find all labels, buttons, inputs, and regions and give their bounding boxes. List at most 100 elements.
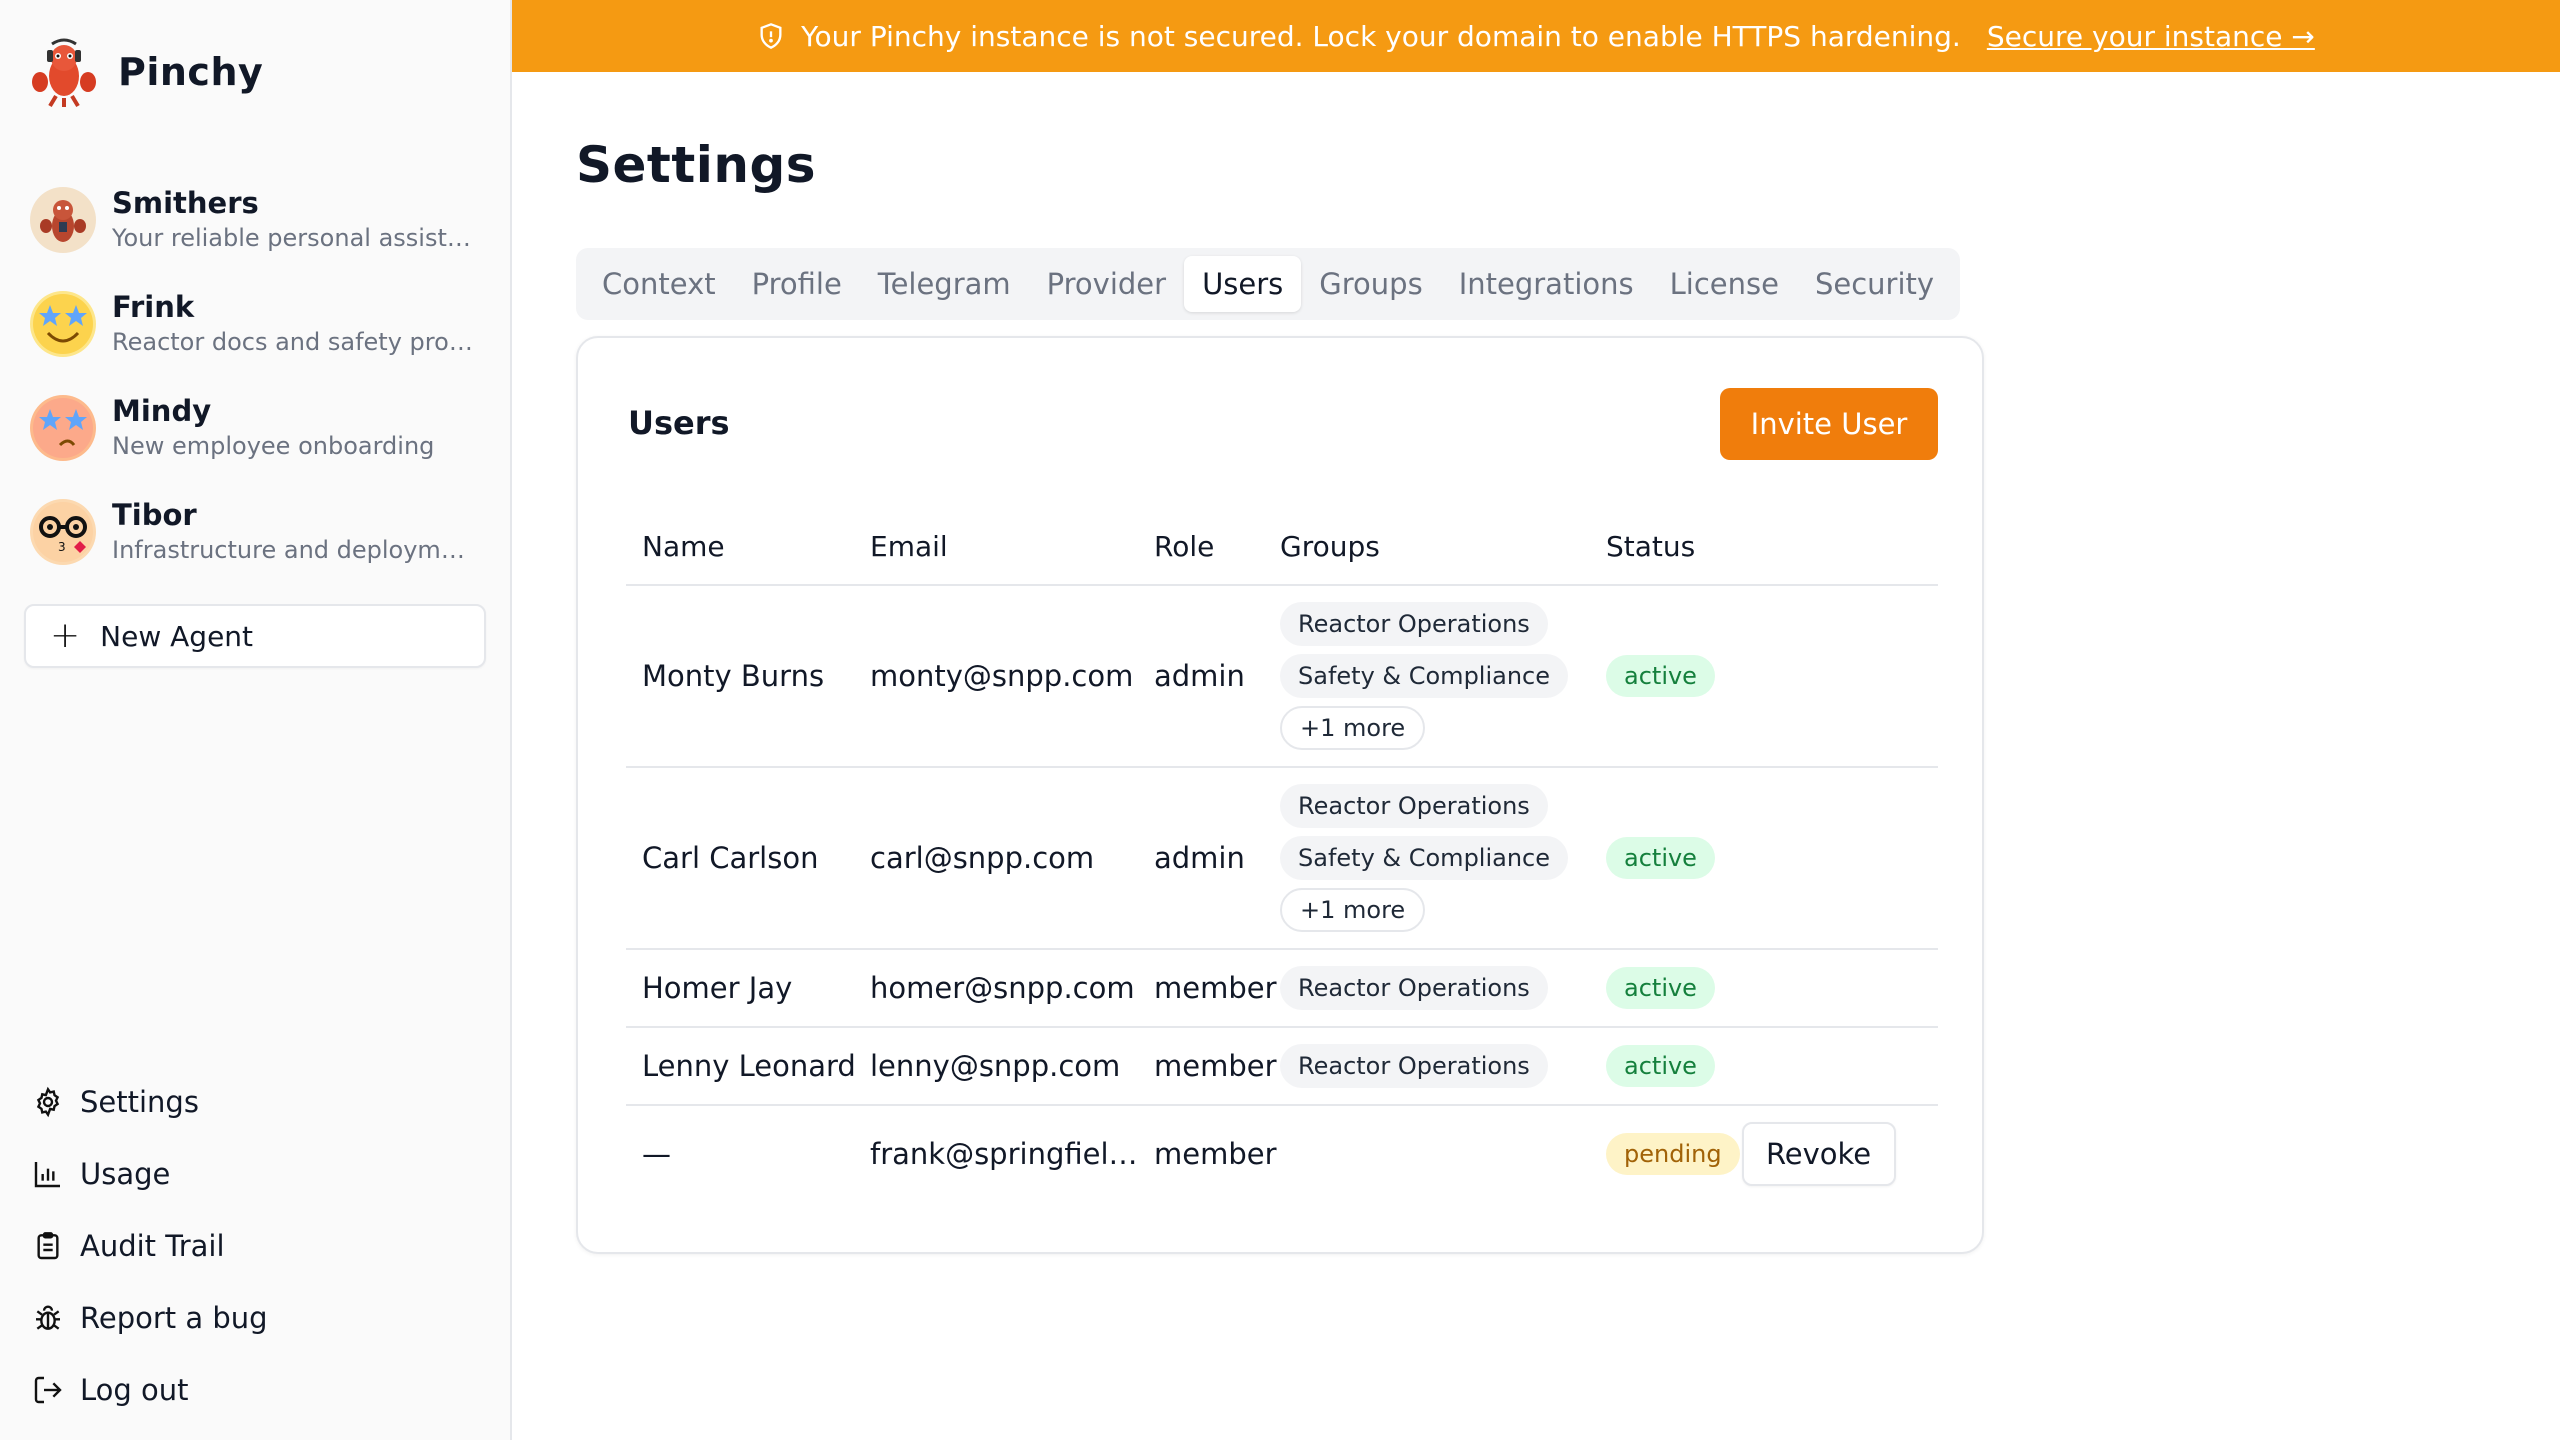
tab-integrations[interactable]: Integrations [1441, 256, 1652, 312]
user-role: member [1154, 1137, 1277, 1171]
agent-list: Smithers Your reliable personal assistan… [0, 168, 512, 584]
page-title: Settings [576, 136, 817, 194]
tab-context[interactable]: Context [584, 256, 734, 312]
new-agent-button[interactable]: + New Agent [24, 604, 486, 668]
user-groups: Reactor Operations Safety & Compliance +… [1280, 784, 1606, 932]
new-agent-label: New Agent [100, 619, 254, 653]
clipboard-icon [37, 1232, 59, 1260]
secure-instance-link[interactable]: Secure your instance → [1987, 20, 2315, 53]
group-chip: Safety & Compliance [1280, 836, 1569, 880]
agent-description: Your reliable personal assistant [112, 224, 476, 252]
column-header-email: Email [870, 529, 948, 563]
nav-audit-trail-label: Audit Trail [80, 1229, 225, 1263]
agent-description: New employee onboarding [112, 432, 435, 460]
users-table: Name Email Role Groups Status Monty Burn… [626, 508, 1938, 1202]
user-name: Homer Jay [642, 971, 793, 1005]
agent-item-smithers[interactable]: Smithers Your reliable personal assistan… [0, 168, 512, 272]
table-row[interactable]: Monty Burns monty@snpp.com admin Reactor… [626, 586, 1938, 768]
nav-audit-trail[interactable]: Audit Trail [0, 1210, 512, 1282]
logout-icon [34, 1376, 62, 1404]
bottom-nav: Settings Usage Audit Trail Report a bug [0, 1066, 512, 1426]
nav-report-bug[interactable]: Report a bug [0, 1282, 512, 1354]
banner-message: Your Pinchy instance is not secured. Loc… [801, 19, 1961, 53]
agent-name: Smithers [112, 186, 259, 220]
plus-icon: + [50, 615, 81, 656]
lobster-logo-icon [32, 38, 96, 108]
nav-settings[interactable]: Settings [0, 1066, 512, 1138]
user-email: frank@springfield.com [870, 1137, 1150, 1171]
user-role: admin [1154, 841, 1245, 875]
user-role: member [1154, 971, 1277, 1005]
table-row[interactable]: Carl Carlson carl@snpp.com admin Reactor… [626, 768, 1938, 950]
security-banner: Your Pinchy instance is not secured. Loc… [512, 0, 2560, 72]
column-header-role: Role [1154, 529, 1215, 563]
svg-text:3: 3 [58, 540, 66, 554]
table-row[interactable]: — frank@springfield.com member pending R… [626, 1106, 1938, 1202]
agent-item-mindy[interactable]: Mindy New employee onboarding [0, 376, 512, 480]
gear-icon [36, 1086, 60, 1118]
group-chip: Safety & Compliance [1280, 654, 1569, 698]
nav-logout-label: Log out [80, 1373, 189, 1407]
user-email: monty@snpp.com [870, 659, 1134, 693]
agent-item-frink[interactable]: Frink Reactor docs and safety procedures [0, 272, 512, 376]
agent-name: Tibor [112, 498, 197, 532]
group-chip: Reactor Operations [1280, 602, 1548, 646]
bug-icon [36, 1305, 60, 1330]
user-role: member [1154, 1049, 1277, 1083]
column-header-status: Status [1606, 529, 1696, 563]
group-chip: Reactor Operations [1280, 1044, 1548, 1088]
smithers-avatar [30, 187, 96, 253]
nav-settings-label: Settings [80, 1085, 199, 1119]
tab-users[interactable]: Users [1184, 256, 1302, 312]
column-header-name: Name [642, 529, 725, 563]
more-groups-chip[interactable]: +1 more [1280, 706, 1426, 750]
nav-report-bug-label: Report a bug [80, 1301, 268, 1335]
group-chip: Reactor Operations [1280, 966, 1548, 1010]
shield-alert-icon [760, 23, 782, 49]
status-badge: active [1606, 655, 1715, 697]
agent-name: Mindy [112, 394, 212, 428]
user-name: — [642, 1137, 671, 1171]
more-groups-chip[interactable]: +1 more [1280, 888, 1426, 932]
agent-description: Infrastructure and deployments [112, 536, 476, 564]
invite-user-button[interactable]: Invite User [1720, 388, 1938, 460]
tab-license[interactable]: License [1652, 256, 1797, 312]
star-eyes-worried-emoji-icon [33, 398, 93, 458]
agent-description: Reactor docs and safety procedures [112, 328, 476, 356]
user-groups: Reactor Operations Safety & Compliance +… [1280, 602, 1606, 750]
agent-item-tibor[interactable]: 3 Tibor Infrastructure and deployments [0, 480, 512, 584]
group-chip: Reactor Operations [1280, 784, 1548, 828]
user-email: carl@snpp.com [870, 841, 1095, 875]
status-badge: active [1606, 967, 1715, 1009]
tab-profile[interactable]: Profile [734, 256, 860, 312]
user-groups: Reactor Operations [1280, 1044, 1606, 1088]
tab-groups[interactable]: Groups [1301, 256, 1440, 312]
nav-logout[interactable]: Log out [0, 1354, 512, 1426]
user-email: homer@snpp.com [870, 971, 1135, 1005]
user-groups: Reactor Operations [1280, 966, 1606, 1010]
tab-security[interactable]: Security [1797, 256, 1952, 312]
brand-name: Pinchy [118, 50, 264, 94]
lobster-avatar-icon [40, 200, 86, 242]
frink-avatar [30, 291, 96, 357]
user-name: Lenny Leonard [642, 1049, 856, 1083]
table-header: Name Email Role Groups Status [626, 508, 1938, 586]
tibor-avatar: 3 [30, 499, 96, 565]
status-badge: active [1606, 837, 1715, 879]
bar-chart-icon [34, 1162, 60, 1188]
nav-usage[interactable]: Usage [0, 1138, 512, 1210]
tab-provider[interactable]: Provider [1029, 256, 1184, 312]
column-header-groups: Groups [1280, 529, 1380, 563]
star-eyes-emoji-icon [33, 294, 93, 354]
revoke-invite-button[interactable]: Revoke [1741, 1122, 1896, 1186]
users-card: Users Invite User Name Email Role Groups… [576, 336, 1984, 1254]
table-row[interactable]: Homer Jay homer@snpp.com member Reactor … [626, 950, 1938, 1028]
table-row[interactable]: Lenny Leonard lenny@snpp.com member Reac… [626, 1028, 1938, 1106]
glasses-emoji-icon: 3 [33, 502, 93, 562]
user-name: Monty Burns [642, 659, 825, 693]
brand[interactable]: Pinchy [30, 36, 263, 108]
users-card-title: Users [628, 404, 730, 442]
user-role: admin [1154, 659, 1245, 693]
tab-telegram[interactable]: Telegram [860, 256, 1029, 312]
status-badge: pending [1606, 1133, 1740, 1175]
